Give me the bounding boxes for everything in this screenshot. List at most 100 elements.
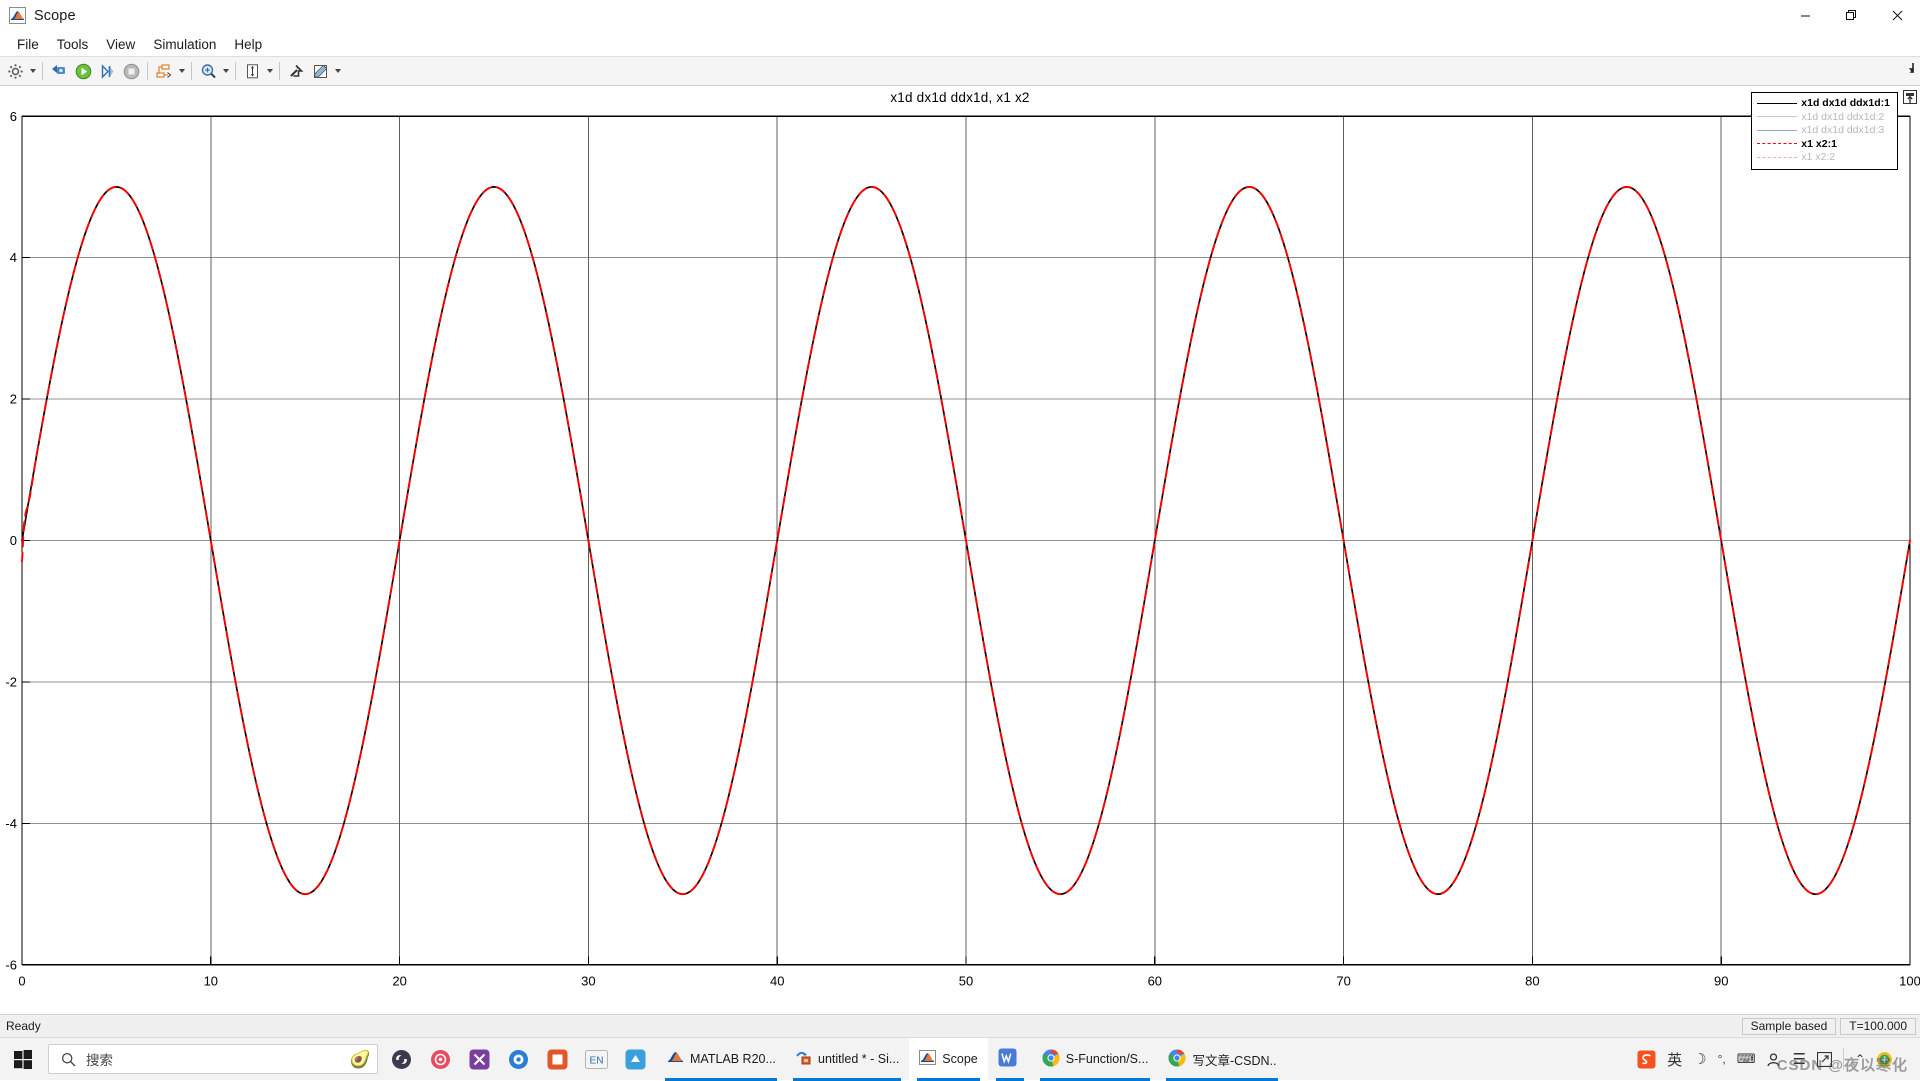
toolbar-separator: [147, 62, 148, 80]
chevron-up-icon[interactable]: ⌃: [1851, 1038, 1869, 1081]
tray-user-icon[interactable]: [1762, 1038, 1785, 1081]
taskbar-pinned-icons: EN: [382, 1038, 655, 1081]
svg-text:2: 2: [10, 392, 17, 407]
update-icon[interactable]: [1872, 1038, 1897, 1081]
menu-bar: File Tools View Simulation Help: [0, 32, 1920, 57]
legend-item[interactable]: x1d dx1d ddx1d:3: [1757, 124, 1890, 138]
taskbar-icon-app-cyan[interactable]: [616, 1038, 655, 1081]
tray-menu-icon[interactable]: ☰: [1788, 1038, 1809, 1081]
svg-text:4: 4: [10, 250, 17, 265]
svg-text:90: 90: [1714, 973, 1728, 988]
tray-toolbox-icon[interactable]: [1813, 1038, 1836, 1081]
svg-text:20: 20: [392, 973, 406, 988]
svg-text:6: 6: [10, 109, 17, 124]
legend-swatch: [1757, 126, 1797, 136]
svg-text:80: 80: [1525, 973, 1539, 988]
taskbar-window-label: S-Function/S...: [1066, 1052, 1149, 1066]
taskbar-window-simulink[interactable]: untitled * - Si...: [785, 1038, 909, 1081]
toolbar-separator: [235, 62, 236, 80]
taskbar-icon-ime-en[interactable]: EN: [577, 1038, 616, 1081]
taskbar-icon-app-blue[interactable]: [499, 1038, 538, 1081]
window-title: Scope: [34, 8, 76, 24]
matlab-icon: [667, 1049, 684, 1069]
menu-simulation[interactable]: Simulation: [144, 34, 225, 55]
legend-resize-icon[interactable]: [1903, 90, 1917, 104]
svg-text:50: 50: [959, 973, 973, 988]
chrome-icon: [1042, 1049, 1060, 1070]
configuration-properties-button[interactable]: [3, 59, 27, 83]
taskbar-icon-app-orange[interactable]: [538, 1038, 577, 1081]
window-controls: [1782, 0, 1920, 32]
cursor-measurements-button[interactable]: [284, 59, 308, 83]
taskbar-active-underline: [793, 1078, 901, 1081]
taskbar-window-scope[interactable]: Scope: [909, 1038, 987, 1081]
zoom-button[interactable]: [196, 59, 220, 83]
svg-text:EN: EN: [590, 1055, 604, 1066]
autoscale-dropdown-arrow[interactable]: [264, 59, 275, 83]
taskbar-window-wps[interactable]: [988, 1038, 1032, 1081]
style-dropdown-arrow[interactable]: [332, 59, 343, 83]
taskbar-window-matlab[interactable]: MATLAB R20...: [657, 1038, 785, 1081]
dock-arrow-icon[interactable]: [1900, 59, 1916, 75]
taskbar-window-buttons: MATLAB R20... untitled * - Si...: [657, 1038, 1286, 1081]
taskbar-clock[interactable]: [1900, 1038, 1916, 1081]
svg-text:0: 0: [18, 973, 25, 988]
taskbar-icon-recorder[interactable]: [421, 1038, 460, 1081]
taskbar-search-box[interactable]: 搜索 🥑: [48, 1044, 378, 1074]
svg-text:60: 60: [1148, 973, 1162, 988]
stop-button[interactable]: [119, 59, 143, 83]
search-input[interactable]: 搜索: [86, 1049, 113, 1069]
svg-text:30: 30: [581, 973, 595, 988]
svg-text:-2: -2: [5, 674, 17, 689]
taskbar-icon-app-purple[interactable]: [460, 1038, 499, 1081]
configuration-dropdown-arrow[interactable]: [27, 59, 38, 83]
zoom-dropdown-arrow[interactable]: [220, 59, 231, 83]
tray-punctuation-icon[interactable]: °,: [1714, 1038, 1730, 1081]
legend-label: x1d dx1d ddx1d:1: [1801, 97, 1890, 111]
tray-moon-icon[interactable]: ☽: [1689, 1038, 1710, 1081]
run-button[interactable]: [71, 59, 95, 83]
taskbar-window-chrome-csdn[interactable]: 写文章-CSDN...: [1158, 1038, 1286, 1081]
svg-text:100: 100: [1899, 973, 1920, 988]
signal-selection-button[interactable]: [152, 59, 176, 83]
taskbar-icon-sogou-cloud[interactable]: [382, 1038, 421, 1081]
svg-text:70: 70: [1336, 973, 1350, 988]
legend-item[interactable]: x1d dx1d ddx1d:1: [1757, 97, 1890, 111]
avocado-icon: 🥑: [350, 1051, 371, 1068]
matlab-scope-icon: [9, 7, 26, 24]
legend-swatch: [1757, 153, 1797, 163]
menu-help[interactable]: Help: [225, 34, 271, 55]
close-button[interactable]: [1874, 0, 1920, 32]
svg-text:-6: -6: [5, 957, 17, 972]
tray-ime-chinese-icon[interactable]: 英: [1663, 1038, 1686, 1081]
simulink-icon: [795, 1049, 812, 1069]
autoscale-button[interactable]: [240, 59, 264, 83]
menu-tools[interactable]: Tools: [48, 34, 98, 55]
legend-item[interactable]: x1 x2:2: [1757, 151, 1890, 165]
plot-area: x1d dx1d ddx1d, x1 x2 -6-4-2024601020304…: [0, 86, 1920, 1014]
menu-file[interactable]: File: [8, 34, 48, 55]
legend-item[interactable]: x1 x2:1: [1757, 138, 1890, 152]
tray-keyboard-icon[interactable]: ⌨: [1733, 1038, 1760, 1081]
chart-canvas[interactable]: -6-4-202460102030405060708090100: [0, 108, 1920, 1014]
menu-view[interactable]: View: [97, 34, 144, 55]
taskbar-window-chrome-sfunction[interactable]: S-Function/S...: [1032, 1038, 1159, 1081]
step-forward-button[interactable]: [95, 59, 119, 83]
taskbar-window-label: MATLAB R20...: [690, 1052, 775, 1066]
signal-selection-dropdown-arrow[interactable]: [176, 59, 187, 83]
legend-item[interactable]: x1d dx1d ddx1d:2: [1757, 111, 1890, 125]
taskbar-window-label: Scope: [942, 1052, 977, 1066]
taskbar-window-label: 写文章-CSDN...: [1192, 1050, 1276, 1069]
windows-start-icon[interactable]: [0, 1038, 46, 1081]
status-simulation-time: T=100.000: [1840, 1018, 1916, 1035]
restore-button[interactable]: [1828, 0, 1874, 32]
plot-title: x1d dx1d ddx1d, x1 x2: [0, 90, 1920, 105]
tray-sogou-icon[interactable]: [1633, 1038, 1660, 1081]
search-icon: [61, 1052, 76, 1067]
chart-legend[interactable]: x1d dx1d ddx1d:1x1d dx1d ddx1d:2x1d dx1d…: [1751, 92, 1898, 170]
windows-taskbar: 搜索 🥑: [0, 1037, 1920, 1080]
minimize-button[interactable]: [1782, 0, 1828, 32]
toolbar-separator: [279, 62, 280, 80]
sim-restart-button[interactable]: [47, 59, 71, 83]
style-button[interactable]: [308, 59, 332, 83]
